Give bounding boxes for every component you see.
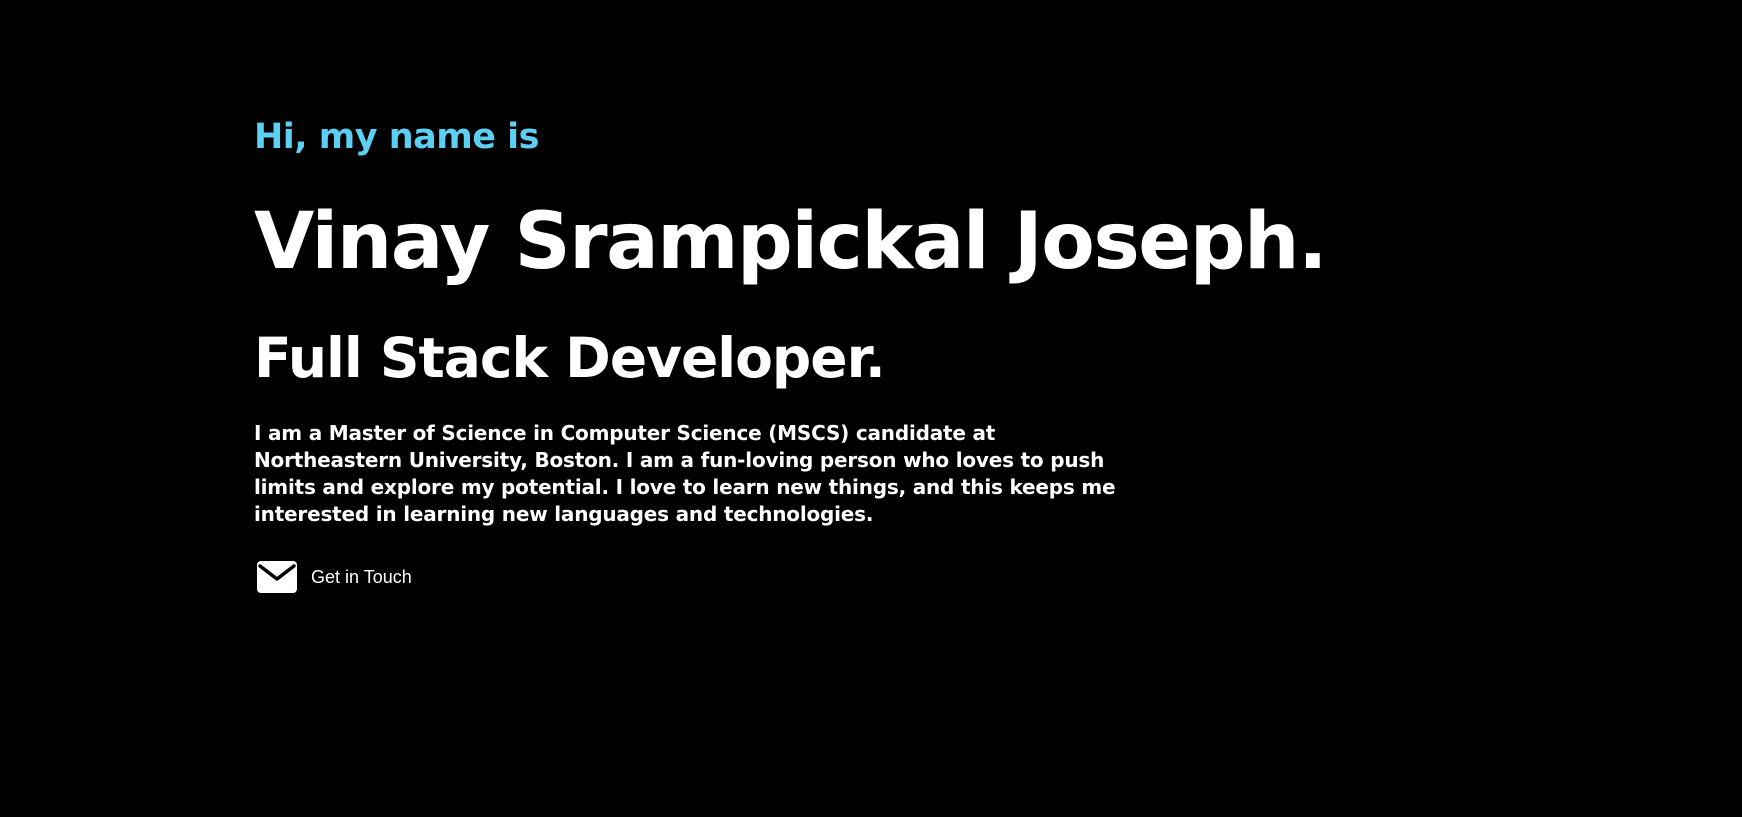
hero-role: Full Stack Developer. [254,326,886,390]
mail-icon [256,560,298,594]
intro-text: Hi, my name is [254,117,540,157]
hero-section: Hi, my name is Vinay Srampickal Joseph. … [254,120,1354,598]
hero-name: Vinay Srampickal Joseph. [254,197,1328,287]
hero-bio: I am a Master of Science in Computer Sci… [254,421,1116,526]
get-in-touch-label: Get in Touch [311,566,412,587]
get-in-touch-button[interactable]: Get in Touch [254,560,412,594]
